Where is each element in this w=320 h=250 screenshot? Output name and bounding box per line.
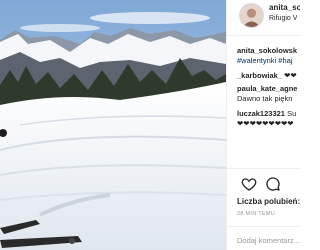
heart-icon[interactable] (241, 176, 257, 192)
post-username[interactable]: anita_so (269, 3, 300, 12)
comment-username[interactable]: _karbowiak_ (237, 71, 282, 80)
comment-row: luczak123321 Su (237, 109, 296, 118)
add-comment-input[interactable]: Dodaj komentarz... (237, 236, 300, 245)
user-avatar-icon (240, 4, 263, 27)
divider (227, 168, 300, 169)
post-location[interactable]: Rifugio V (269, 15, 297, 22)
comment-text: ❤❤ (284, 71, 297, 80)
post-actions (227, 176, 300, 194)
comment-username[interactable]: luczak123321 (237, 109, 285, 118)
divider (227, 226, 300, 227)
post-timestamp[interactable]: 28 MIN TEMU (237, 211, 275, 217)
comment-text: ❤❤❤❤❤❤❤❤❤ (237, 119, 294, 128)
comment-username[interactable]: paula_kate_agne (237, 84, 297, 93)
comment-username[interactable]: anita_sokolowsk (237, 46, 297, 55)
post-header: anita_so Rifugio V (227, 0, 300, 36)
comment-text: Dawno tak piękn (237, 94, 293, 103)
ski-slope-image (0, 0, 226, 250)
comment-hashtags[interactable]: #walentynki #haj (237, 56, 292, 65)
comment-text: Su (287, 109, 297, 118)
avatar[interactable] (239, 3, 264, 28)
comment-row: _karbowiak_ ❤❤ (237, 71, 297, 80)
post-photo[interactable] (0, 0, 226, 250)
comment-icon[interactable] (265, 176, 281, 192)
post-sidebar: anita_so Rifugio V anita_sokolowsk #wale… (226, 0, 300, 250)
likes-count[interactable]: Liczba polubień: (237, 197, 300, 206)
